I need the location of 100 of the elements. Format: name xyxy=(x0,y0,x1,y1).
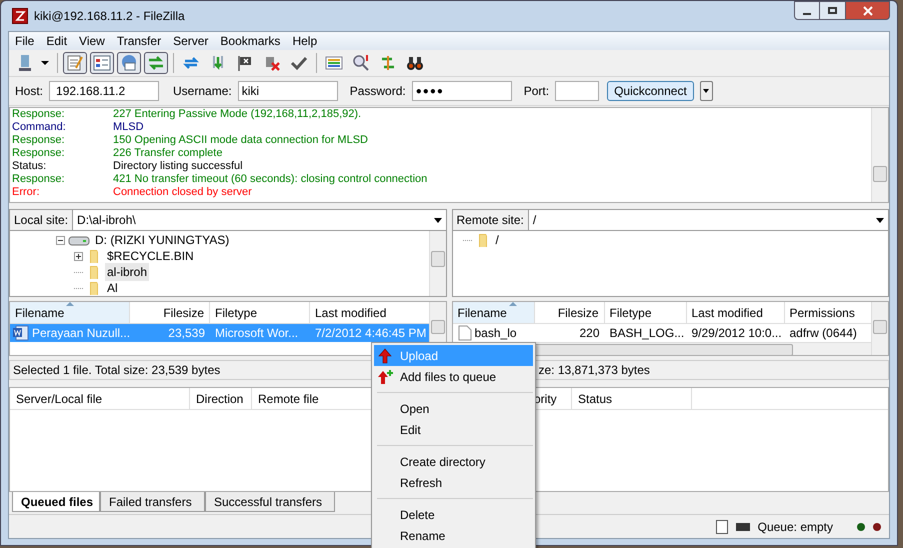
tree-view-icon xyxy=(93,54,111,72)
path-dropdown[interactable]: D:\al-ibroh\ xyxy=(73,210,446,230)
column-header[interactable]: Filesize xyxy=(534,302,604,323)
minimize-button[interactable] xyxy=(794,1,820,20)
port-label: Port: xyxy=(524,83,550,100)
menu-item[interactable]: Edit xyxy=(40,32,74,50)
path-text: D:\al-ibroh\ xyxy=(77,212,136,229)
word-document-icon xyxy=(13,325,29,341)
column-header[interactable]: Filename xyxy=(10,302,130,323)
sort-caret-icon xyxy=(508,302,516,306)
path-dropdown[interactable]: / xyxy=(528,210,888,230)
toolbar-button[interactable] xyxy=(63,52,87,74)
menu-option[interactable]: Refresh xyxy=(374,472,533,493)
tree-item[interactable]: al-ibroh xyxy=(105,263,150,281)
password-label: Password: xyxy=(350,83,406,100)
sync-arrows-icon xyxy=(379,54,397,72)
toolbar-button[interactable] xyxy=(117,52,141,74)
port-field[interactable] xyxy=(555,81,600,101)
menu-item[interactable]: View xyxy=(73,32,111,50)
vertical-scrollbar[interactable] xyxy=(871,302,888,355)
column-header[interactable]: Server/Local file xyxy=(10,388,190,409)
dropdown-arrow-icon xyxy=(703,89,710,93)
menu-item[interactable]: File xyxy=(9,32,40,50)
username-field[interactable]: kiki xyxy=(238,81,338,101)
file-row[interactable]: bash_lo 220 BASH_LOG... 9/29/2012 10:0... adfrw (0644) xyxy=(452,324,871,342)
toolbar-button[interactable] xyxy=(144,52,168,74)
binary-mode-icon xyxy=(736,522,750,530)
quickconnect-dropdown[interactable] xyxy=(700,81,713,101)
scrollbar-thumb[interactable] xyxy=(873,320,887,334)
flag-icon xyxy=(236,54,254,72)
queue-tab[interactable]: Queued files xyxy=(12,492,100,512)
filter-list-icon xyxy=(325,54,343,72)
disconnect-icon xyxy=(263,54,281,72)
close-button[interactable] xyxy=(846,1,890,20)
menu-item[interactable]: Bookmarks xyxy=(214,32,286,50)
activity-light-icon xyxy=(857,522,865,530)
tree-item[interactable]: Al xyxy=(105,279,120,296)
tree-item[interactable]: $RECYCLE.BIN xyxy=(105,247,196,265)
site-label: Local site: xyxy=(10,210,74,230)
vertical-scrollbar[interactable] xyxy=(871,108,888,202)
table-cell-text: 9/29/2012 10:0... xyxy=(692,325,782,342)
host-field[interactable]: 192.168.11.2 xyxy=(49,81,160,101)
table-cell-text: bash_lo xyxy=(474,325,517,342)
menu-option[interactable]: Rename xyxy=(374,525,533,546)
dropdown-arrow-icon xyxy=(41,61,49,65)
log-label: Command: xyxy=(12,121,67,134)
table-cell-text: Microsoft Wor... xyxy=(215,325,298,342)
column-header[interactable]: Filetype xyxy=(604,302,686,323)
filter-icon xyxy=(716,520,728,534)
queue-status: Queue: empty xyxy=(758,518,833,536)
log-label: Status: xyxy=(12,160,48,173)
toolbar-button[interactable] xyxy=(90,52,114,74)
table-cell-text: 23,539 xyxy=(168,325,205,342)
magnifier-icon xyxy=(352,54,370,72)
expand-toggle[interactable] xyxy=(74,252,83,260)
log-label: Response: xyxy=(12,147,66,160)
log-message: 226 Transfer complete xyxy=(113,147,222,160)
menu-option[interactable]: Edit xyxy=(374,419,533,440)
menu-option[interactable]: Delete xyxy=(374,504,533,525)
host-label: Host: xyxy=(15,83,44,100)
window-title: kiki@192.168.11.2 - FileZilla xyxy=(34,8,185,25)
table-cell-text: Perayaan Nuzull... xyxy=(32,325,130,342)
up-arrow-plus-icon xyxy=(377,368,393,384)
menu-item[interactable]: Help xyxy=(286,32,324,50)
app-logo-icon xyxy=(12,8,28,24)
scrollbar-thumb[interactable] xyxy=(430,320,444,334)
password-field[interactable]: ●●●● xyxy=(412,81,512,101)
column-header[interactable]: Filesize xyxy=(130,302,210,323)
tree-item[interactable]: D: (RIZKI YUNINGTYAS) xyxy=(93,231,232,249)
activity-light-icon xyxy=(873,522,881,530)
tree-item[interactable]: / xyxy=(494,231,501,249)
column-header[interactable]: Filetype xyxy=(210,302,310,323)
log-message: 227 Entering Passive Mode (192,168,11,2,185,92). xyxy=(113,108,362,121)
column-header[interactable]: Status xyxy=(572,388,692,409)
vertical-scrollbar[interactable] xyxy=(428,231,446,296)
log-label: Response: xyxy=(12,173,66,186)
collapse-toggle[interactable] xyxy=(56,236,65,244)
log-message: Connection closed by server xyxy=(113,186,252,199)
queue-tab[interactable]: Failed transfers xyxy=(100,492,205,512)
log-label: Response: xyxy=(12,108,66,121)
sort-caret-icon xyxy=(66,302,74,306)
column-header[interactable]: Last modified xyxy=(686,302,784,323)
column-header[interactable]: Direction xyxy=(190,388,252,409)
menu-option[interactable]: Create directory xyxy=(374,451,533,472)
log-message: Directory listing successful xyxy=(113,160,243,173)
globe-window-icon xyxy=(120,54,138,72)
table-cell-text: BASH_LOG... xyxy=(610,325,684,342)
menu-item[interactable]: Server xyxy=(167,32,214,50)
table-cell-text: adfrw (0644) xyxy=(790,325,857,342)
log-message: 421 No transfer timeout (60 seconds): closing control connection xyxy=(113,173,428,186)
menu-item[interactable]: Transfer xyxy=(110,32,168,50)
table-cell-text: 7/2/2012 4:46:45 PM xyxy=(315,325,426,342)
site-label: Remote site: xyxy=(452,210,529,230)
column-header[interactable]: Filename xyxy=(452,302,534,323)
queue-tab[interactable]: Successful transfers xyxy=(205,492,335,512)
swap-arrows-icon xyxy=(147,54,165,72)
quickconnect-button[interactable]: Quickconnect xyxy=(607,81,694,101)
scrollbar-thumb[interactable] xyxy=(430,251,444,267)
maximize-button[interactable] xyxy=(820,1,846,20)
scrollbar-thumb[interactable] xyxy=(873,166,887,182)
